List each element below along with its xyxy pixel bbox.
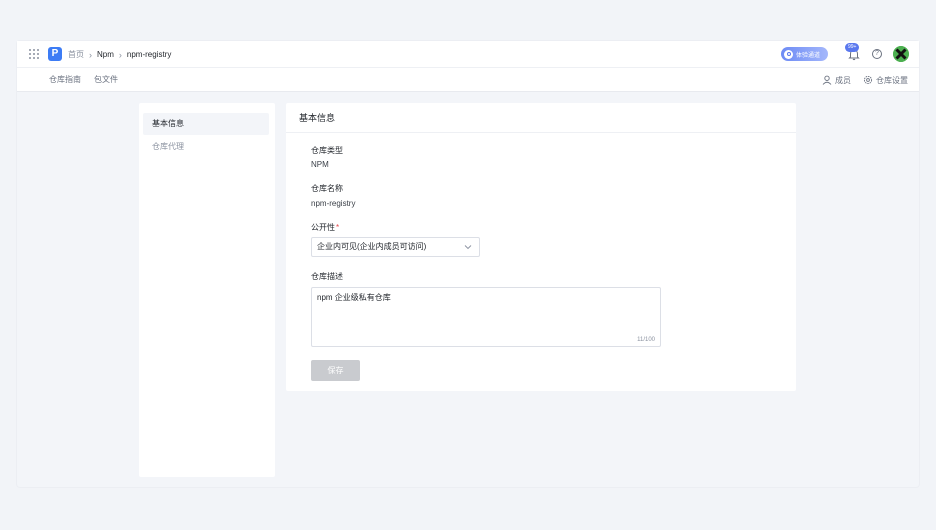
breadcrumb-home[interactable]: 首页 [68,49,84,60]
tab-repo-guide[interactable]: 仓库指南 [49,68,81,92]
required-mark: * [336,223,340,232]
breadcrumb-npm[interactable]: Npm [97,50,114,59]
character-counter: 11/100 [637,337,655,343]
repo-type-label: 仓库类型 [311,146,343,155]
experience-channel-label: 体验通道 [796,52,821,59]
description-textarea[interactable]: npm 企业级私有仓库 11/100 [311,287,661,347]
chevron-right-icon: › [89,49,92,60]
app-window: P 首页 › Npm › npm-registry 体验通道 99+ ? 仓库指… [17,41,919,487]
user-icon [822,75,832,85]
notification-badge: 99+ [845,43,860,52]
experience-channel-button[interactable]: 体验通道 [781,47,828,61]
chevron-right-icon: › [118,49,122,60]
breadcrumb: 首页 › Npm › npm-registry [68,41,171,68]
repo-settings-label: 仓库设置 [876,75,908,85]
visibility-select-value: 企业内可见(企业内成员可访问) [317,242,427,251]
chevron-down-icon [464,245,472,250]
panel-title: 基本信息 [286,103,796,133]
breadcrumb-current: npm-registry [126,50,172,59]
save-button[interactable]: 保存 [311,360,360,381]
help-icon[interactable]: ? [872,49,882,59]
visibility-select[interactable]: 企业内可见(企业内成员可访问) [311,237,480,257]
repo-name-value: npm-registry [311,199,356,208]
avatar[interactable] [893,46,909,62]
repo-settings-link[interactable]: 仓库设置 [863,68,908,92]
sidebar-item-repo-proxy[interactable]: 仓库代理 [143,136,269,158]
app-grid-icon[interactable] [29,49,39,59]
channel-icon [784,49,793,59]
repo-tabs-bar: 仓库指南 包文件 成员 仓库设置 [17,68,919,92]
tab-package-files[interactable]: 包文件 [94,68,118,92]
gear-icon [863,75,873,85]
description-label: 仓库描述 [311,272,343,281]
visibility-label-text: 公开性 [311,223,335,232]
repo-name-label: 仓库名称 [311,184,343,193]
product-logo[interactable]: P [48,47,62,61]
repo-type-value: NPM [311,160,329,169]
settings-sidebar: 基本信息 仓库代理 [139,103,275,477]
top-bar: P 首页 › Npm › npm-registry 体验通道 99+ ? [17,41,919,68]
members-label: 成员 [835,75,851,85]
sidebar-item-basic-info[interactable]: 基本信息 [143,113,269,135]
basic-info-panel: 基本信息 仓库类型 NPM 仓库名称 npm-registry 公开性* 企业内… [286,103,796,391]
visibility-label: 公开性* [311,222,339,233]
description-text: npm 企业级私有仓库 [317,293,391,302]
members-link[interactable]: 成员 [822,68,851,92]
